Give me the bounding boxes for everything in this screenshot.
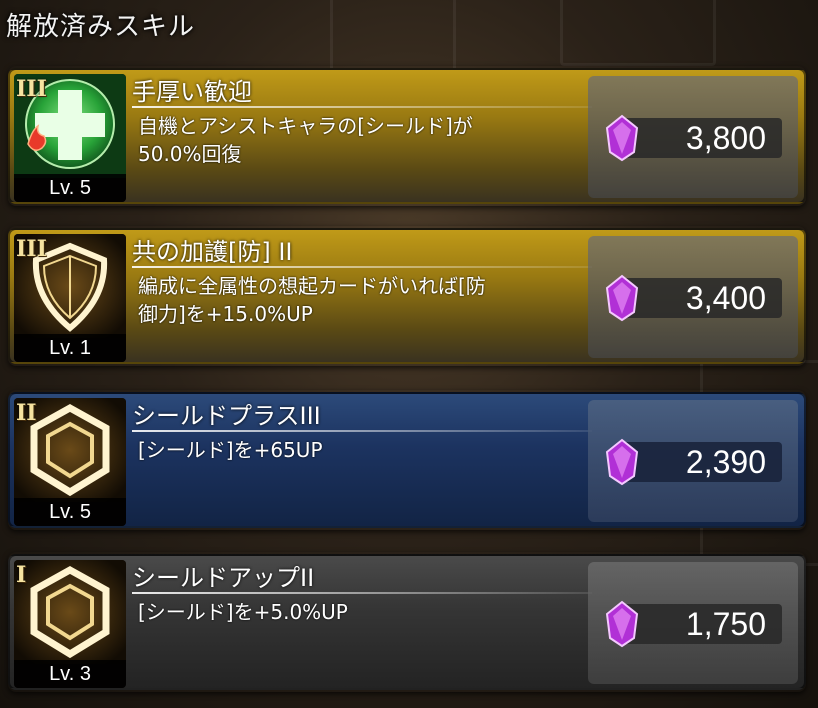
skill-description: 編成に全属性の想起カードがいれば[防 御力]を+15.0%UP [138, 274, 486, 326]
cost-box: 3,800 [622, 118, 782, 158]
gem-icon [605, 114, 639, 162]
skill-level: Lv. 1 [14, 334, 126, 362]
skill-level: Lv. 5 [14, 498, 126, 526]
skill-icon-box: III Lv. 1 [14, 234, 126, 362]
gem-icon [605, 438, 639, 486]
cost-value: 3,400 [685, 280, 766, 316]
skill-description: [シールド]を+5.0%UP [138, 600, 348, 624]
cost-box: 3,400 [622, 278, 782, 318]
tier-badge: III [16, 76, 47, 102]
skill-card[interactable]: II Lv. 5 シールドプラスIII [シールド]を+65UP 2,390 [8, 390, 806, 530]
cost-panel[interactable]: 2,390 [588, 400, 798, 522]
skill-icon-box: II Lv. 5 [14, 398, 126, 526]
skill-name: 手厚い歓迎 [132, 78, 252, 106]
cost-value: 2,390 [685, 444, 766, 480]
skill-level: Lv. 5 [14, 174, 126, 202]
tier-badge: II [16, 400, 37, 426]
skill-icon-box: I Lv. 3 [14, 560, 126, 688]
divider [132, 430, 592, 432]
skill-card-body: III Lv. 1 共の加護[防] II 編成に全属性の想起カードがいれば[防 … [8, 228, 806, 364]
page-title: 解放済みスキル [6, 12, 196, 42]
tier-badge: III [16, 236, 47, 262]
tier-badge: I [16, 562, 27, 588]
cost-panel[interactable]: 3,400 [588, 236, 798, 358]
skill-card[interactable]: III Lv. 1 共の加護[防] II 編成に全属性の想起カードがいれば[防 … [8, 226, 806, 366]
divider [132, 266, 592, 268]
skill-icon-box: III Lv. 5 [14, 74, 126, 202]
skill-description: 自機とアシストキャラの[シールド]が 50.0%回復 [138, 114, 473, 166]
skill-name: シールドプラスIII [132, 402, 321, 430]
cost-panel[interactable]: 1,750 [588, 562, 798, 684]
cost-value: 1,750 [685, 606, 766, 642]
divider [132, 106, 592, 108]
hexagon-shield-icon [14, 560, 126, 664]
skill-description: [シールド]を+65UP [138, 438, 323, 462]
skill-name: シールドアップII [132, 564, 315, 592]
skill-card[interactable]: III Lv. 5 手厚い歓迎 自機とアシストキャラの[シールド]が 50.0%… [8, 66, 806, 206]
cost-panel[interactable]: 3,800 [588, 76, 798, 198]
skill-card-body: I Lv. 3 シールドアップII [シールド]を+5.0%UP 1,750 [8, 554, 806, 690]
cost-box: 2,390 [622, 442, 782, 482]
cost-value: 3,800 [685, 120, 766, 156]
skill-name: 共の加護[防] II [132, 238, 293, 266]
skill-level: Lv. 3 [14, 660, 126, 688]
divider [132, 592, 592, 594]
skill-card-body: III Lv. 5 手厚い歓迎 自機とアシストキャラの[シールド]が 50.0%… [8, 68, 806, 204]
skill-card-body: II Lv. 5 シールドプラスIII [シールド]を+65UP 2,390 [8, 392, 806, 528]
gem-icon [605, 600, 639, 648]
gem-icon [605, 274, 639, 322]
cost-box: 1,750 [622, 604, 782, 644]
skill-card[interactable]: I Lv. 3 シールドアップII [シールド]を+5.0%UP 1,750 [8, 552, 806, 692]
